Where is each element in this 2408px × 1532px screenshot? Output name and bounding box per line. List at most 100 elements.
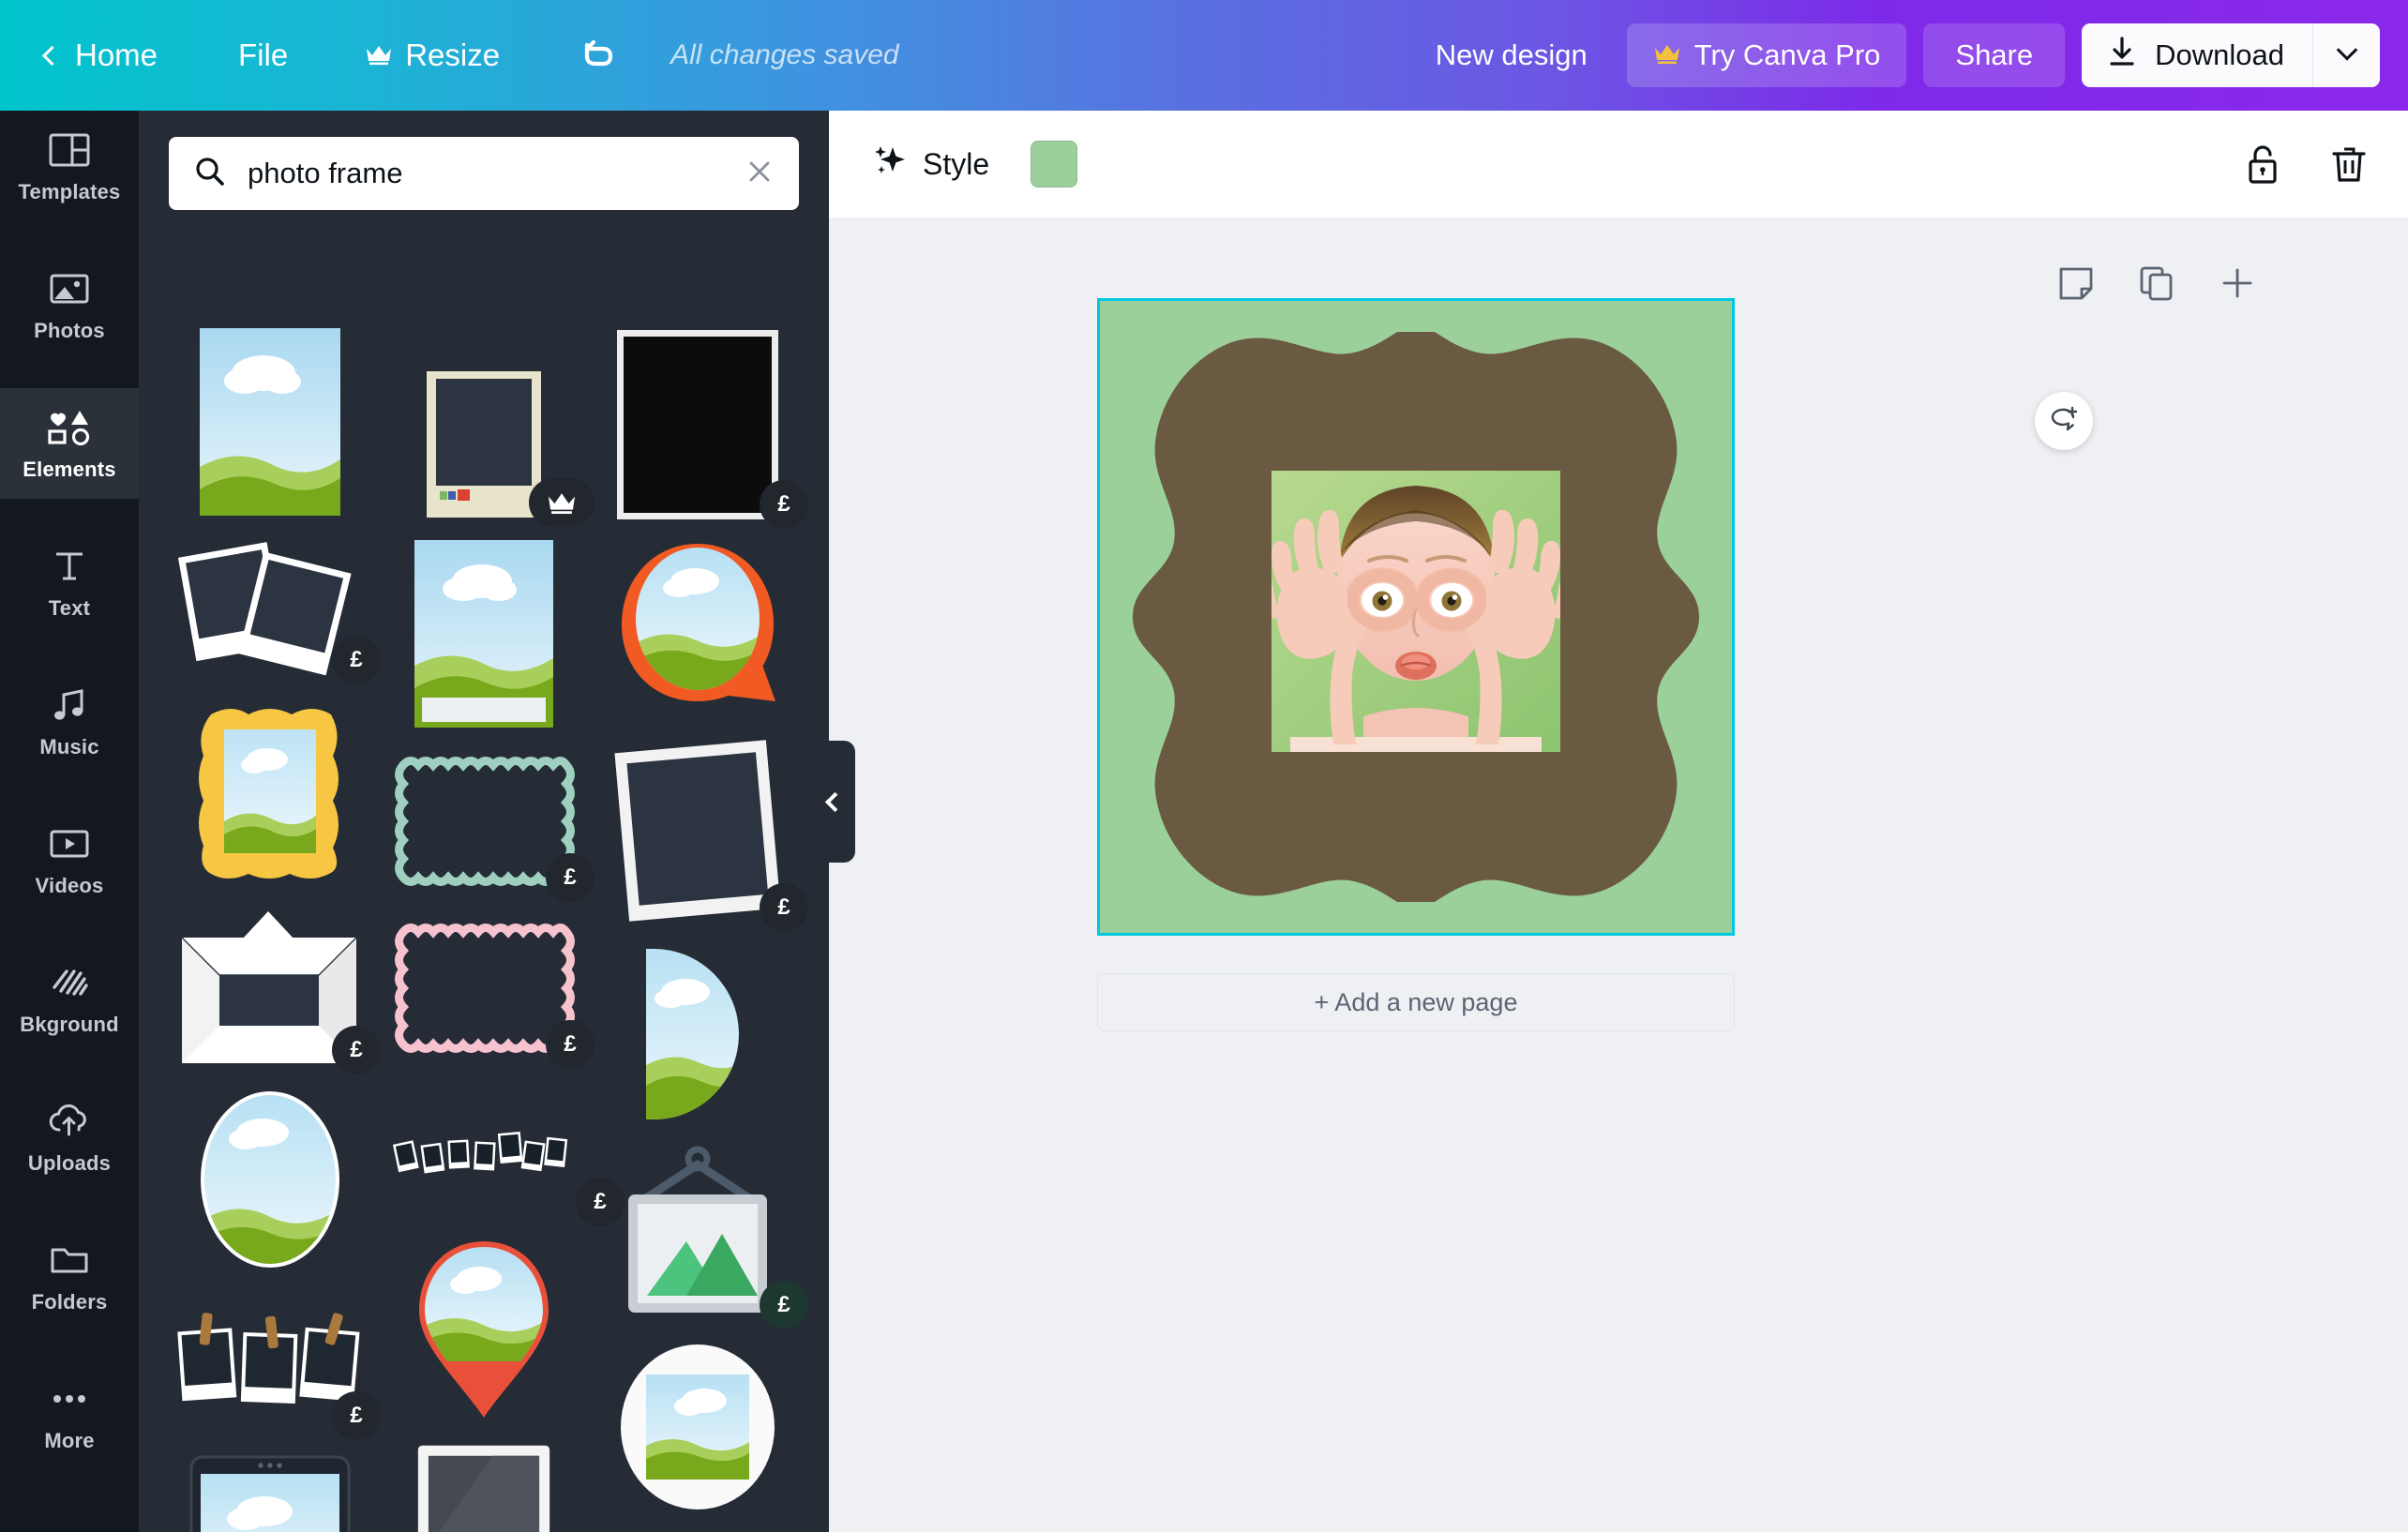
sidebar-item-elements[interactable]: Elements	[0, 368, 139, 519]
element-thumb-ornate-gold-frame[interactable]	[165, 698, 375, 885]
download-label: Download	[2155, 38, 2284, 71]
sidebar-label: More	[44, 1428, 95, 1452]
text-icon	[51, 545, 88, 588]
element-thumb-stacked-polaroids-frame[interactable]: £	[165, 536, 381, 684]
element-thumb-half-circle-frame[interactable]	[593, 945, 803, 1123]
price-badge: £	[332, 1026, 381, 1074]
element-thumb-portrait-landscape-frame[interactable]	[165, 328, 375, 516]
rail-spacer	[0, 915, 139, 943]
element-thumb-orange-oval-frame[interactable]	[593, 542, 803, 716]
download-button-group: Download	[2082, 23, 2380, 87]
results-column-3: £ £ £	[593, 328, 808, 1532]
sidebar-label: Folders	[31, 1289, 108, 1314]
element-thumb-hanging-picture-frame[interactable]: £	[593, 1144, 808, 1329]
download-button[interactable]: Download	[2082, 23, 2312, 87]
close-icon[interactable]	[745, 157, 775, 191]
sidebar-item-templates[interactable]: Templates	[0, 111, 139, 221]
save-status-text: All changes saved	[670, 39, 899, 70]
editor-area: Style + Add a new page	[829, 111, 2408, 1532]
price-badge: £	[760, 480, 808, 529]
pro-badge	[529, 478, 594, 527]
notes-icon[interactable]	[2057, 264, 2095, 302]
undo-button[interactable]	[575, 32, 618, 80]
chevron-left-icon	[41, 45, 63, 66]
element-thumb-white-border-photo-frame[interactable]	[379, 1442, 589, 1532]
sidebar-item-more[interactable]: More	[0, 1359, 139, 1470]
sidebar-item-uploads[interactable]: Uploads	[0, 1082, 139, 1193]
videos-icon	[49, 822, 90, 865]
top-bar-right: New design Try Canva Pro Share Download	[1436, 23, 2389, 87]
chevron-down-icon	[2336, 39, 2357, 61]
unlock-icon[interactable]	[2243, 143, 2282, 186]
results-column-1: £ £ £	[165, 328, 381, 1532]
design-page[interactable]	[1097, 298, 2093, 936]
color-swatch-button[interactable]	[1031, 141, 1078, 188]
file-label: File	[238, 38, 289, 72]
sidebar-label: Text	[48, 595, 91, 620]
element-thumb-map-pin-photo-frame[interactable]	[379, 1238, 589, 1421]
page-tools	[2057, 264, 2256, 302]
sidebar-label: Templates	[18, 179, 121, 203]
element-thumb-landscape-caption-frame[interactable]	[379, 540, 589, 728]
price-badge: £	[576, 1178, 625, 1226]
price-badge: £	[546, 853, 594, 902]
search-area: photo frame	[139, 111, 829, 210]
price-badge: £	[332, 636, 381, 684]
sidebar-item-music[interactable]: Music	[0, 666, 139, 776]
element-thumb-photo-strip-frame[interactable]: £	[379, 1116, 625, 1226]
resize-button[interactable]: Resize	[365, 38, 500, 73]
element-thumb-black-matte-frame[interactable]: £	[593, 328, 808, 529]
top-bar-left: Home File Resize All changes saved	[0, 32, 899, 80]
element-thumb-mint-stamp-frame[interactable]: £	[379, 748, 594, 902]
sidebar-label: Music	[39, 734, 99, 758]
element-thumb-oval-landscape-frame[interactable]	[165, 1088, 375, 1271]
home-label: Home	[75, 38, 158, 72]
style-button[interactable]: Style	[872, 143, 989, 186]
element-thumb-pink-stamp-frame[interactable]: £	[379, 915, 594, 1069]
download-icon	[2106, 35, 2138, 76]
more-dots-icon	[49, 1377, 90, 1420]
trash-icon[interactable]	[2329, 143, 2369, 186]
download-options-button[interactable]	[2312, 23, 2380, 87]
sidebar-label: Videos	[35, 873, 104, 897]
search-input[interactable]: photo frame	[248, 157, 724, 190]
duplicate-page-icon[interactable]	[2138, 264, 2175, 302]
sparkle-icon	[872, 143, 908, 186]
add-page-icon[interactable]	[2219, 264, 2256, 302]
element-thumb-cream-polaroid-frame[interactable]	[379, 369, 594, 527]
price-badge: £	[760, 883, 808, 932]
add-comment-button[interactable]	[2035, 392, 2093, 450]
element-thumb-tablet-device-frame[interactable]	[165, 1453, 375, 1532]
element-thumb-clothespin-photos-frame[interactable]: £	[165, 1292, 381, 1440]
collapse-panel-button[interactable]	[814, 741, 855, 863]
undo-arrow-icon	[575, 32, 618, 80]
sidebar-label: Elements	[23, 457, 116, 481]
try-pro-label: Try Canva Pro	[1693, 38, 1881, 71]
results-column-2: £ £ £	[379, 328, 625, 1532]
share-button[interactable]: Share	[1923, 23, 2066, 87]
sidebar-item-videos[interactable]: Videos	[0, 804, 139, 915]
try-canva-pro-button[interactable]: Try Canva Pro	[1626, 23, 1907, 87]
decorative-photo-frame-element[interactable]	[1131, 324, 1701, 909]
sidebar-item-folders[interactable]: Folders	[0, 1221, 139, 1331]
elements-icon	[46, 406, 93, 449]
new-design-button[interactable]: New design	[1436, 38, 1588, 72]
element-thumb-tilted-polaroid-frame[interactable]: £	[593, 737, 808, 932]
search-box[interactable]: photo frame	[169, 137, 799, 210]
sidebar-item-background[interactable]: Bkground	[0, 943, 139, 1054]
sidebar-item-photos[interactable]: Photos	[0, 249, 139, 360]
sidebar-item-text[interactable]: Text	[0, 527, 139, 638]
element-thumb-circle-photo-frame[interactable]	[593, 1343, 803, 1511]
rail-spacer	[0, 1054, 139, 1082]
rail-spacer	[0, 1331, 139, 1359]
rail-spacer	[0, 638, 139, 666]
background-icon	[50, 961, 89, 1004]
element-results-grid: £ £ £ £ £ £ £ £ £	[139, 328, 829, 1532]
resize-label: Resize	[405, 38, 501, 72]
file-menu-button[interactable]: File	[238, 38, 288, 73]
element-thumb-white-box-frame[interactable]: £	[165, 906, 381, 1074]
add-new-page-button[interactable]: + Add a new page	[1097, 973, 1735, 1031]
rail-spacer	[0, 776, 139, 804]
price-badge: £	[760, 1281, 808, 1329]
home-button[interactable]: Home	[41, 38, 158, 73]
